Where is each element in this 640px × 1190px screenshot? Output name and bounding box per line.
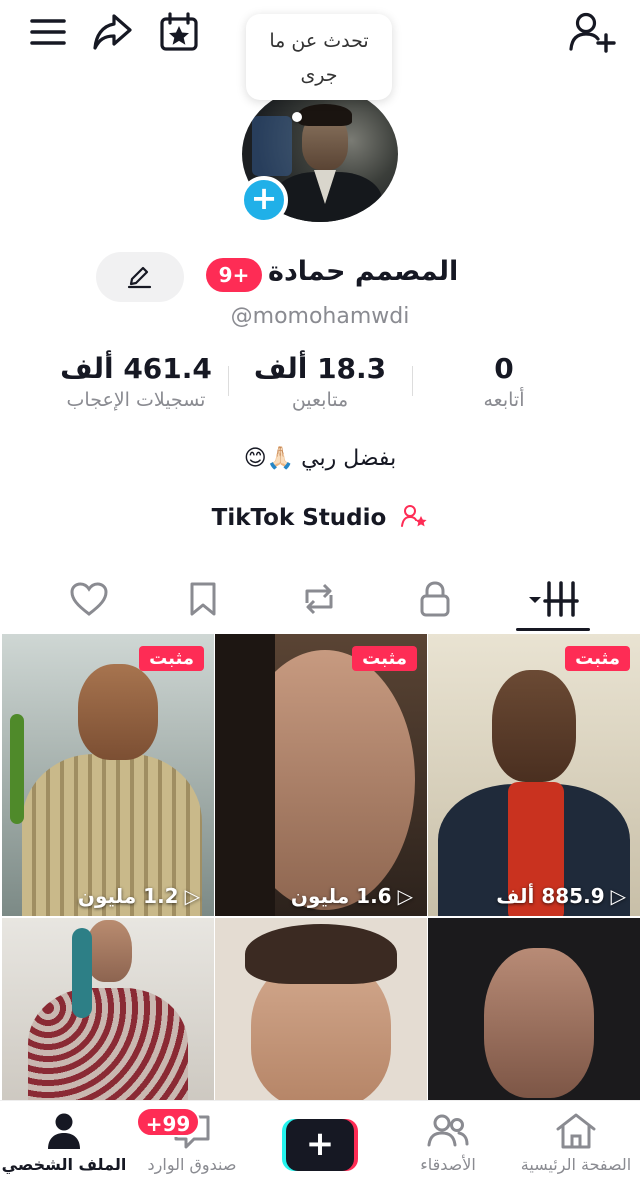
pinned-badge: مثبت [352,646,417,671]
display-name: المصمم حمادة [268,256,459,287]
likes-label: تسجيلات الإعجاب [66,389,206,411]
view-count: ▷1.2 مليون [78,884,200,908]
tab-saved[interactable] [148,570,258,628]
thumb-figure-hair [215,634,275,916]
create-video-button[interactable]: + [282,1119,358,1171]
video-thumbnail[interactable]: مثبت ▷1.6 مليون [215,634,427,916]
stat-followers[interactable]: 18.3 ألف متابعين [230,352,410,411]
bubble-line-1: تحدث عن ما [269,30,369,52]
following-label: أتابعه [483,389,525,411]
following-count: 0 [494,352,514,385]
pinned-badge: مثبت [565,646,630,671]
active-tab-indicator [516,628,590,631]
thumb-prop-cucumber [10,714,24,824]
repost-icon [305,583,333,615]
nav-inbox-label: صندوق الوارد [147,1155,237,1174]
play-icon: ▷ [184,884,200,908]
video-grid-icon [529,581,579,617]
name-row: 9+ المصمم حمادة [0,252,640,302]
bookmark-icon [190,582,216,616]
play-icon: ▷ [397,884,413,908]
tab-videos[interactable] [498,570,608,628]
followers-label: متابعين [291,389,349,411]
video-thumbnail[interactable]: مثبت ▷885.9 ألف [428,634,640,916]
nav-friends-label: الأصدقاء [420,1155,476,1174]
stat-divider [412,366,413,396]
add-user-icon[interactable] [566,10,618,54]
bubble-line-2: جرى [300,64,338,86]
pencil-icon [127,266,152,289]
thumb-figure-hair [245,924,397,984]
tab-liked[interactable] [34,570,144,628]
views-value: 1.6 مليون [290,884,392,908]
stat-likes[interactable]: 461.4 ألف تسجيلات الإعجاب [46,352,226,411]
play-icon: ▷ [610,884,626,908]
lock-icon [420,581,450,617]
video-thumbnail[interactable]: مثبت ▷1.2 مليون [2,634,214,916]
add-story-plus-icon[interactable]: + [240,176,288,224]
profile-bio: بفضل ربي 🙏🏻😊 [243,446,397,471]
heart-icon [70,582,108,616]
home-icon [556,1113,596,1149]
plus-icon: + [286,1119,354,1171]
views-value: 885.9 ألف [496,884,605,908]
views-value: 1.2 مليون [77,884,179,908]
profile-stats: 0 أتابعه 18.3 ألف متابعين 461.4 ألف تسجي… [0,352,640,432]
bubble-tail-dot [292,112,302,122]
inbox-count-badge: +99 [136,1107,200,1137]
thumb-figure-head [78,664,158,760]
note-speech-bubble[interactable]: تحدث عن ما جرى [246,14,392,100]
profile-tabs [0,570,640,632]
video-grid: مثبت ▷885.9 ألف مثبت ▷1.6 مليون مثبت ▷1.… [0,634,640,1100]
nav-profile[interactable]: الملف الشخصي [0,1111,128,1174]
stat-following[interactable]: 0 أتابعه [414,352,594,411]
video-thumbnail[interactable] [2,918,214,1100]
pinned-badge: مثبت [139,646,204,671]
bottom-navigation: الصفحة الرئيسية الأصدقاء + صندوق الوارد … [0,1100,640,1190]
view-count: ▷885.9 ألف [496,884,626,908]
share-arrow-icon[interactable] [90,10,136,54]
stat-divider [228,366,229,396]
tab-reposts[interactable] [264,570,374,628]
studio-label: TikTok Studio [211,505,387,531]
avatar-hair [298,104,352,126]
notification-badge: 9+ [206,258,262,292]
edit-profile-button[interactable] [96,252,184,302]
nav-home-label: الصفحة الرئيسية [520,1155,632,1174]
tiktok-studio-link[interactable]: TikTok Studio [0,504,640,531]
profile-person-icon [48,1113,80,1149]
tab-private[interactable] [380,570,490,628]
followers-count: 18.3 ألف [253,352,387,385]
thumb-figure-hair [72,928,92,1018]
thumb-figure-face [484,948,594,1098]
username: @momohamwdi [230,304,410,329]
thumb-figure-head [86,920,132,982]
avatar-background-light [252,116,292,176]
nav-friends[interactable]: الأصدقاء [384,1111,512,1174]
video-thumbnail[interactable] [215,918,427,1100]
video-thumbnail[interactable] [428,918,640,1100]
nav-profile-label: الملف الشخصي [1,1155,127,1174]
calendar-star-icon[interactable] [156,10,202,54]
creator-star-icon [400,505,428,531]
thumb-figure-dress [28,988,188,1100]
nav-home[interactable]: الصفحة الرئيسية [512,1111,640,1174]
hamburger-menu-icon[interactable] [26,12,70,52]
likes-count: 461.4 ألف [60,352,212,385]
view-count: ▷1.6 مليون [291,884,413,908]
friends-icon [427,1114,469,1147]
thumb-figure-head [492,670,576,782]
